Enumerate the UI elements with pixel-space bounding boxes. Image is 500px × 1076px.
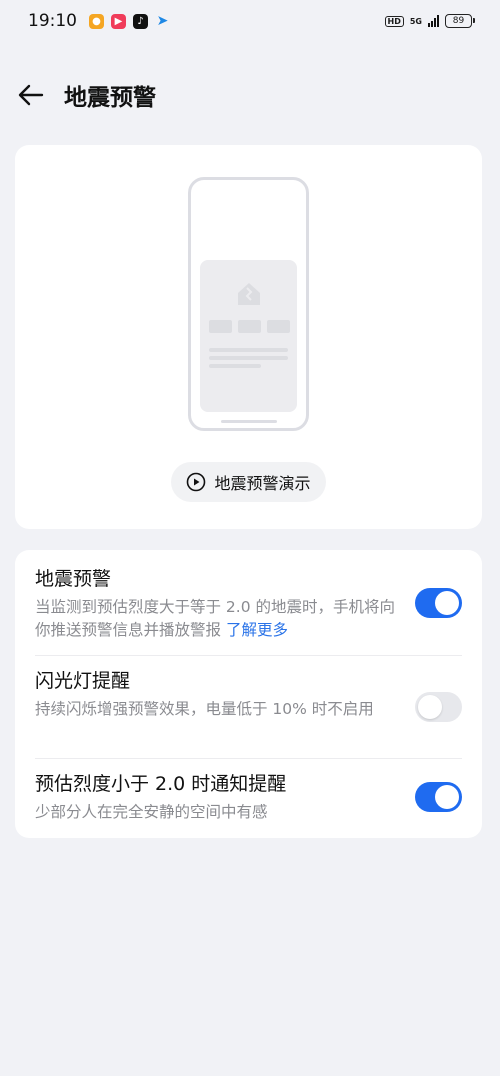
placeholder-blocks bbox=[209, 320, 290, 333]
phone-screen-illustration bbox=[200, 260, 297, 412]
signal-icon bbox=[428, 15, 439, 27]
notification-icons: ● ▶ ♪ ➤ bbox=[89, 13, 170, 29]
setting-title: 闪光灯提醒 bbox=[35, 670, 131, 692]
setting-title: 预估烈度小于 2.0 时通知提醒 bbox=[35, 773, 287, 795]
weibo-app-icon: ● bbox=[89, 13, 104, 29]
tiktok-app-icon: ♪ bbox=[133, 13, 148, 29]
phone-illustration bbox=[188, 177, 309, 431]
earthquake-warning-toggle[interactable] bbox=[415, 588, 462, 618]
demo-button-label: 地震预警演示 bbox=[214, 474, 311, 493]
learn-more-link[interactable]: 了解更多 bbox=[226, 621, 288, 639]
toggle-knob bbox=[435, 591, 459, 615]
setting-description: 少部分人在完全安静的空间中有感 bbox=[35, 803, 268, 821]
earthquake-demo-button[interactable]: 地震预警演示 bbox=[171, 462, 326, 502]
toggle-knob bbox=[418, 695, 442, 719]
low-intensity-notify-toggle[interactable] bbox=[415, 782, 462, 812]
video-app-icon: ▶ bbox=[111, 13, 126, 29]
divider bbox=[35, 758, 462, 759]
page-title: 地震预警 bbox=[64, 85, 156, 111]
battery-icon: 89 bbox=[445, 14, 475, 28]
earthquake-house-icon bbox=[238, 283, 260, 305]
divider bbox=[35, 655, 462, 656]
placeholder-line bbox=[209, 364, 261, 368]
settings-card: 地震预警 当监测到预估烈度大于等于 2.0 的地震时，手机将向你推送预警信息并播… bbox=[15, 550, 482, 838]
toggle-knob bbox=[435, 785, 459, 809]
status-bar: 19:10 ● ▶ ♪ ➤ HD 5G 89 bbox=[0, 0, 500, 42]
placeholder-line bbox=[209, 348, 288, 352]
setting-earthquake-warning: 地震预警 当监测到预估烈度大于等于 2.0 的地震时，手机将向你推送预警信息并播… bbox=[35, 566, 462, 642]
header: 地震预警 bbox=[0, 70, 500, 120]
setting-flashlight-alert: 闪光灯提醒 持续闪烁增强预警效果，电量低于 10% 时不启用 bbox=[35, 668, 462, 722]
setting-description: 持续闪烁增强预警效果，电量低于 10% 时不启用 bbox=[35, 700, 374, 718]
hd-icon: HD bbox=[384, 15, 404, 27]
setting-low-intensity-notify: 预估烈度小于 2.0 时通知提醒 少部分人在完全安静的空间中有感 bbox=[35, 771, 462, 824]
demo-card: 地震预警演示 bbox=[15, 145, 482, 529]
back-button[interactable] bbox=[0, 70, 60, 120]
setting-title: 地震预警 bbox=[35, 568, 112, 590]
placeholder-line bbox=[209, 356, 288, 360]
setting-description-text: 当监测到预估烈度大于等于 2.0 的地震时，手机将向你推送预警信息并播放警报 bbox=[35, 598, 396, 639]
paper-plane-app-icon: ➤ bbox=[156, 13, 169, 29]
play-icon bbox=[187, 472, 206, 492]
battery-level: 89 bbox=[452, 16, 465, 26]
setting-description: 当监测到预估烈度大于等于 2.0 的地震时，手机将向你推送预警信息并播放警报 了… bbox=[35, 596, 395, 642]
status-time: 19:10 bbox=[28, 11, 77, 31]
flashlight-alert-toggle[interactable] bbox=[415, 692, 462, 722]
home-indicator bbox=[221, 420, 277, 423]
network-type: 5G bbox=[409, 16, 422, 26]
back-arrow-icon bbox=[18, 84, 44, 106]
